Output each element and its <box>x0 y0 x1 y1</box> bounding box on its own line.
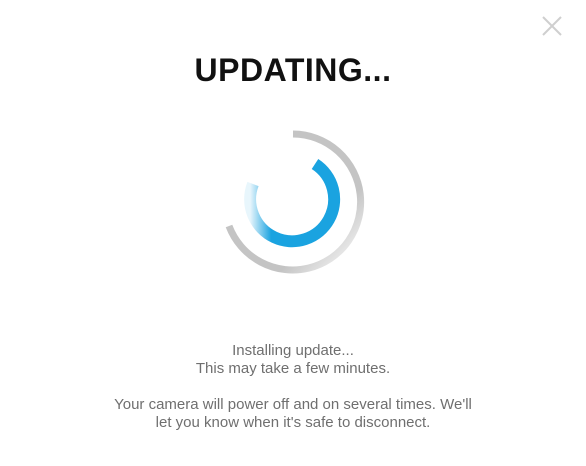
disconnect-notice: Your camera will power off and on severa… <box>0 396 586 432</box>
spinner-inner-arc <box>244 158 341 248</box>
page-title: UPDATING... <box>194 52 392 88</box>
close-icon[interactable] <box>539 13 565 39</box>
close-button[interactable] <box>539 13 565 39</box>
notice-line-1: Your camera will power off and on severa… <box>114 396 472 413</box>
status-message: Installing update... This may take a few… <box>0 342 586 378</box>
status-line-1: Installing update... <box>232 342 354 359</box>
status-line-2: This may take a few minutes. <box>195 360 391 377</box>
update-dialog: UPDATING... Installing update... This ma… <box>0 0 586 466</box>
notice-line-2: let you know when it's safe to disconnec… <box>155 414 431 431</box>
loading-spinner-icon <box>213 122 373 282</box>
